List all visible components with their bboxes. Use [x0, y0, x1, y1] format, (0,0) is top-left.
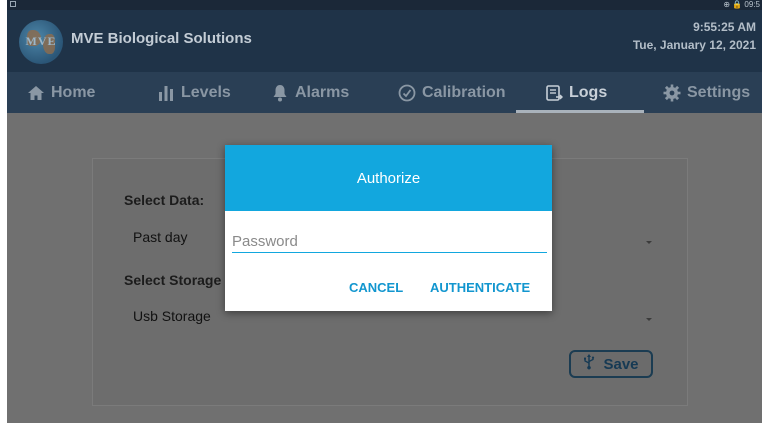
logo-text: MVE [25, 34, 57, 48]
clock-date: Tue, January 12, 2021 [632, 38, 756, 52]
log-export-icon [545, 84, 563, 102]
save-button-label: Save [603, 355, 639, 373]
bar-chart-icon [157, 84, 175, 102]
authorize-dialog: Authorize CANCEL AUTHENTICATE [225, 145, 552, 311]
tab-home[interactable]: Home [27, 72, 95, 113]
tab-logs[interactable]: Logs [545, 72, 607, 113]
select-storage-label: Select Storage [124, 272, 222, 288]
status-bar-indicators: ⊕ 🔒 09:5 [723, 0, 760, 9]
tab-label: Alarms [295, 83, 350, 101]
notification-icon [10, 1, 16, 7]
select-data-label: Select Data: [124, 192, 205, 208]
save-button[interactable]: Save [569, 350, 653, 378]
app-header: MVE MVE Biological Solutions 9:55:25 AM … [7, 10, 762, 72]
tab-levels[interactable]: Levels [157, 72, 231, 113]
tab-label: Calibration [422, 83, 506, 101]
select-data-dropdown-arrow-icon[interactable] [646, 241, 652, 244]
app-title: MVE Biological Solutions [71, 30, 252, 47]
usb-icon [583, 354, 595, 374]
tab-alarms[interactable]: Alarms [271, 72, 349, 113]
tab-label: Home [51, 83, 96, 101]
password-input[interactable] [232, 231, 547, 253]
clock: 9:55:25 AM Tue, January 12, 2021 [633, 18, 756, 54]
select-data-dropdown[interactable]: Past day [133, 229, 187, 245]
home-icon [27, 84, 45, 102]
status-bar: ⊕ 🔒 09:5 [7, 0, 762, 10]
tab-label: Levels [181, 83, 231, 101]
tab-bar: Home Levels Alarms Calibration Logs Sett… [7, 72, 762, 113]
gear-icon [663, 84, 681, 102]
dialog-title: Authorize [225, 145, 552, 211]
app-logo: MVE [19, 20, 63, 64]
clock-time: 9:55:25 AM [693, 20, 756, 34]
select-storage-dropdown-arrow-icon[interactable] [646, 318, 652, 321]
cancel-button[interactable]: CANCEL [349, 280, 403, 295]
tab-label: Logs [569, 83, 608, 101]
tab-calibration[interactable]: Calibration [398, 72, 506, 113]
tab-label: Settings [687, 83, 751, 101]
select-storage-dropdown[interactable]: Usb Storage [133, 308, 211, 324]
tab-settings[interactable]: Settings [663, 72, 750, 113]
check-circle-icon [398, 84, 416, 102]
authenticate-button[interactable]: AUTHENTICATE [430, 280, 530, 295]
bell-icon [271, 84, 289, 102]
